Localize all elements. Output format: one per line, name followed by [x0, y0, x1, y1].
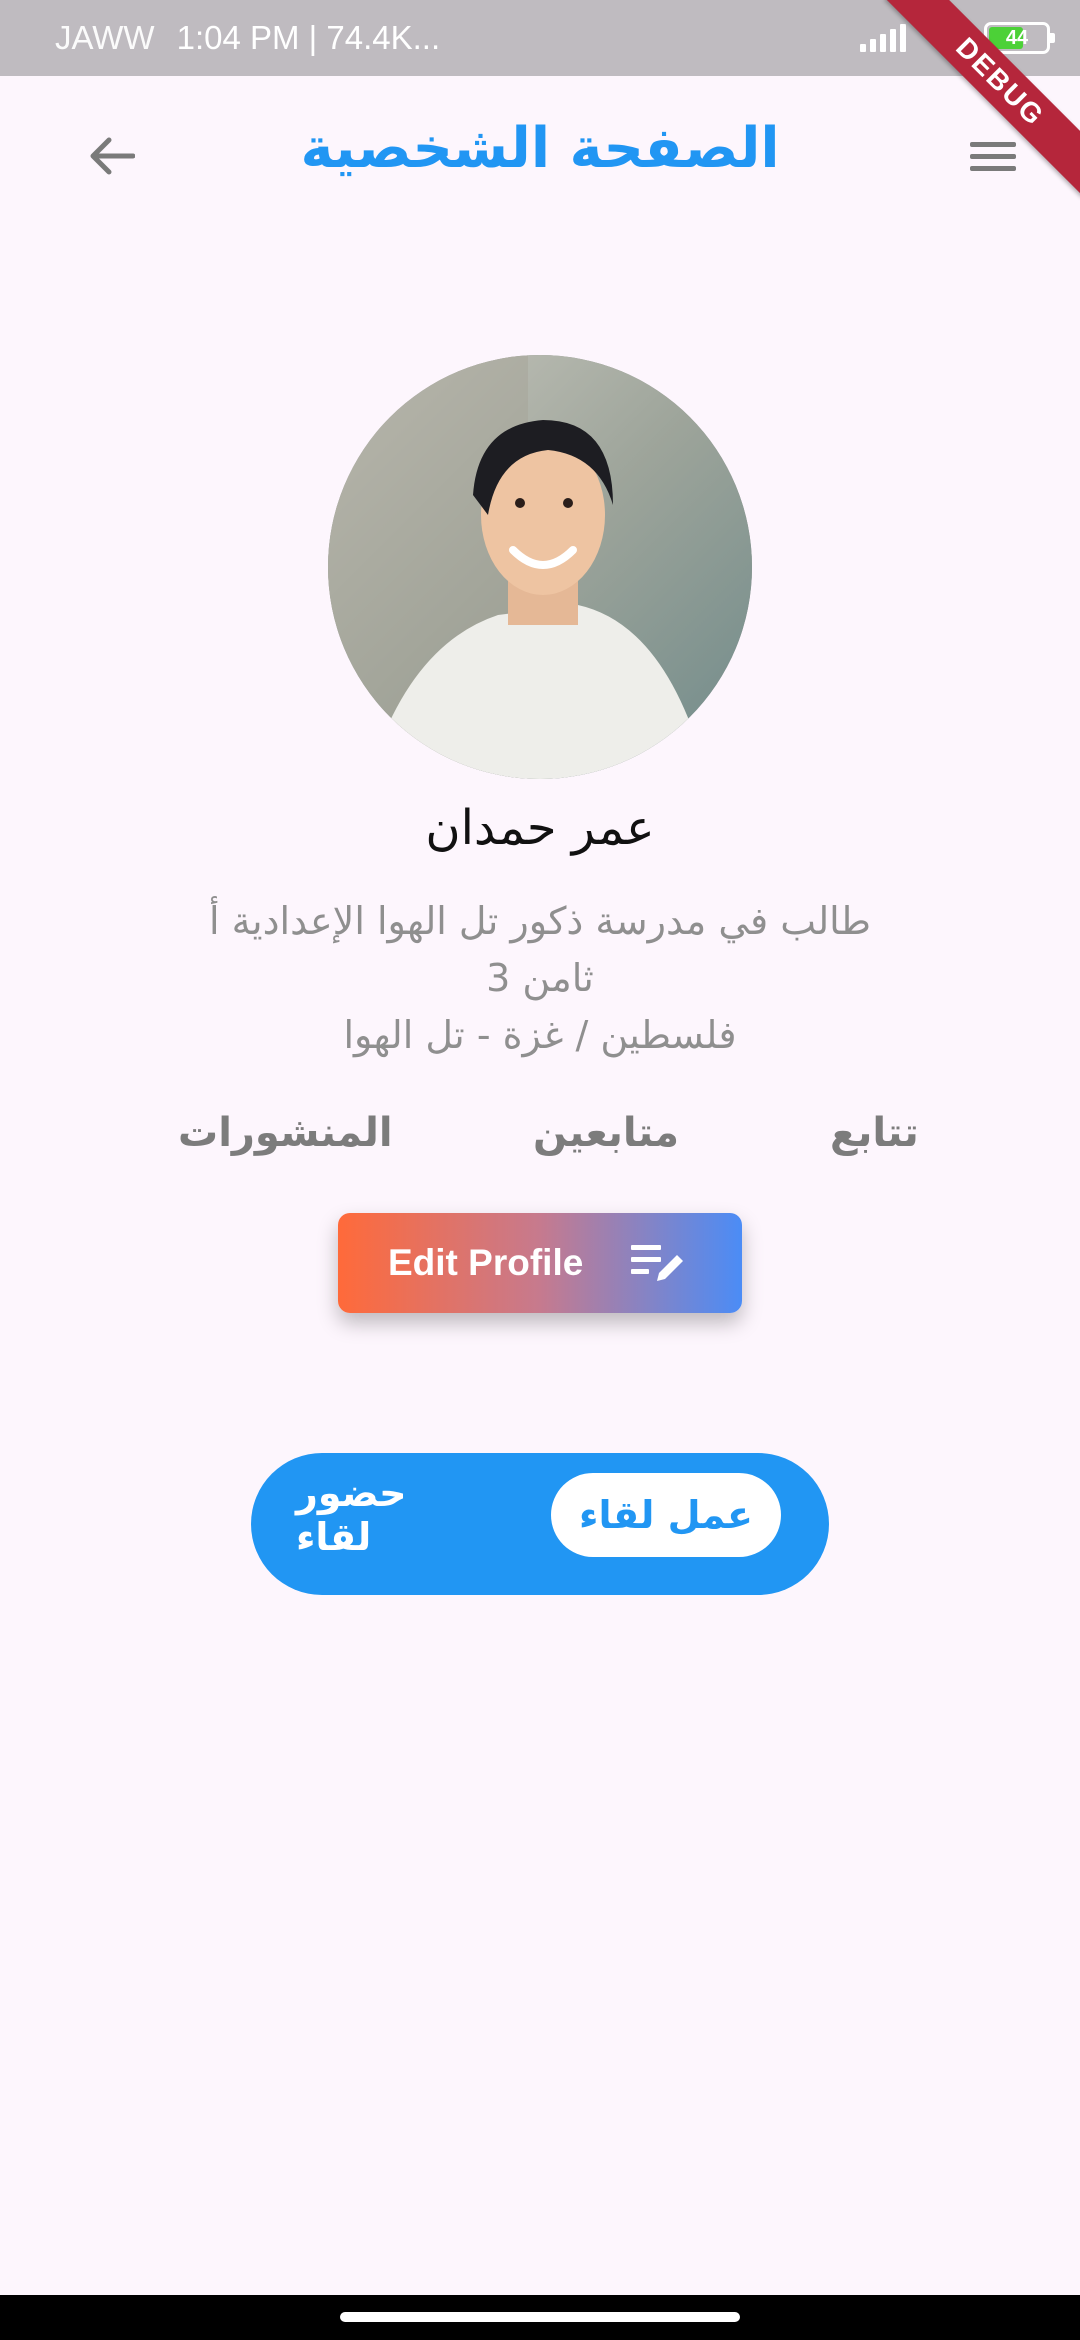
attend-meeting-option[interactable]: حضور لقاء [296, 1471, 486, 1559]
create-meeting-option[interactable]: عمل لقاء [551, 1473, 781, 1557]
bio-line: طالب في مدرسة ذكور تل الهوا الإعدادية أ [209, 899, 871, 943]
bio-location: فلسطين / غزة - تل الهوا [343, 1013, 737, 1057]
stat-posts[interactable]: المنشورات [178, 1110, 393, 1156]
bio-line: ثامن 3 [486, 956, 594, 1000]
profile-name: عمر حمدان [425, 800, 655, 856]
avatar-photo [328, 355, 752, 779]
menu-icon [970, 135, 1016, 178]
carrier-name: JAWW [55, 19, 155, 56]
profile-bio: طالب في مدرسة ذكور تل الهوا الإعدادية أ … [140, 893, 940, 1064]
stat-following[interactable]: تتابع [830, 1110, 919, 1156]
home-handle[interactable] [340, 2312, 740, 2322]
menu-button[interactable] [956, 126, 1030, 186]
status-time: 1:04 PM | 74.4K... [176, 19, 441, 56]
signal-icon [860, 24, 906, 52]
edit-note-icon [631, 1245, 683, 1281]
page-title: الصفحة الشخصية [300, 116, 780, 181]
system-nav-bar [0, 2295, 1080, 2340]
edit-profile-label: Edit Profile [388, 1242, 584, 1283]
stat-followers[interactable]: متابعين [533, 1110, 679, 1156]
app-bar: الصفحة الشخصية [0, 76, 1080, 236]
avatar [328, 355, 752, 779]
edit-profile-button[interactable]: Edit Profile [338, 1213, 742, 1313]
status-left: JAWW 1:04 PM | 74.4K... [55, 0, 440, 76]
meeting-toggle: حضور لقاء عمل لقاء [251, 1453, 829, 1595]
